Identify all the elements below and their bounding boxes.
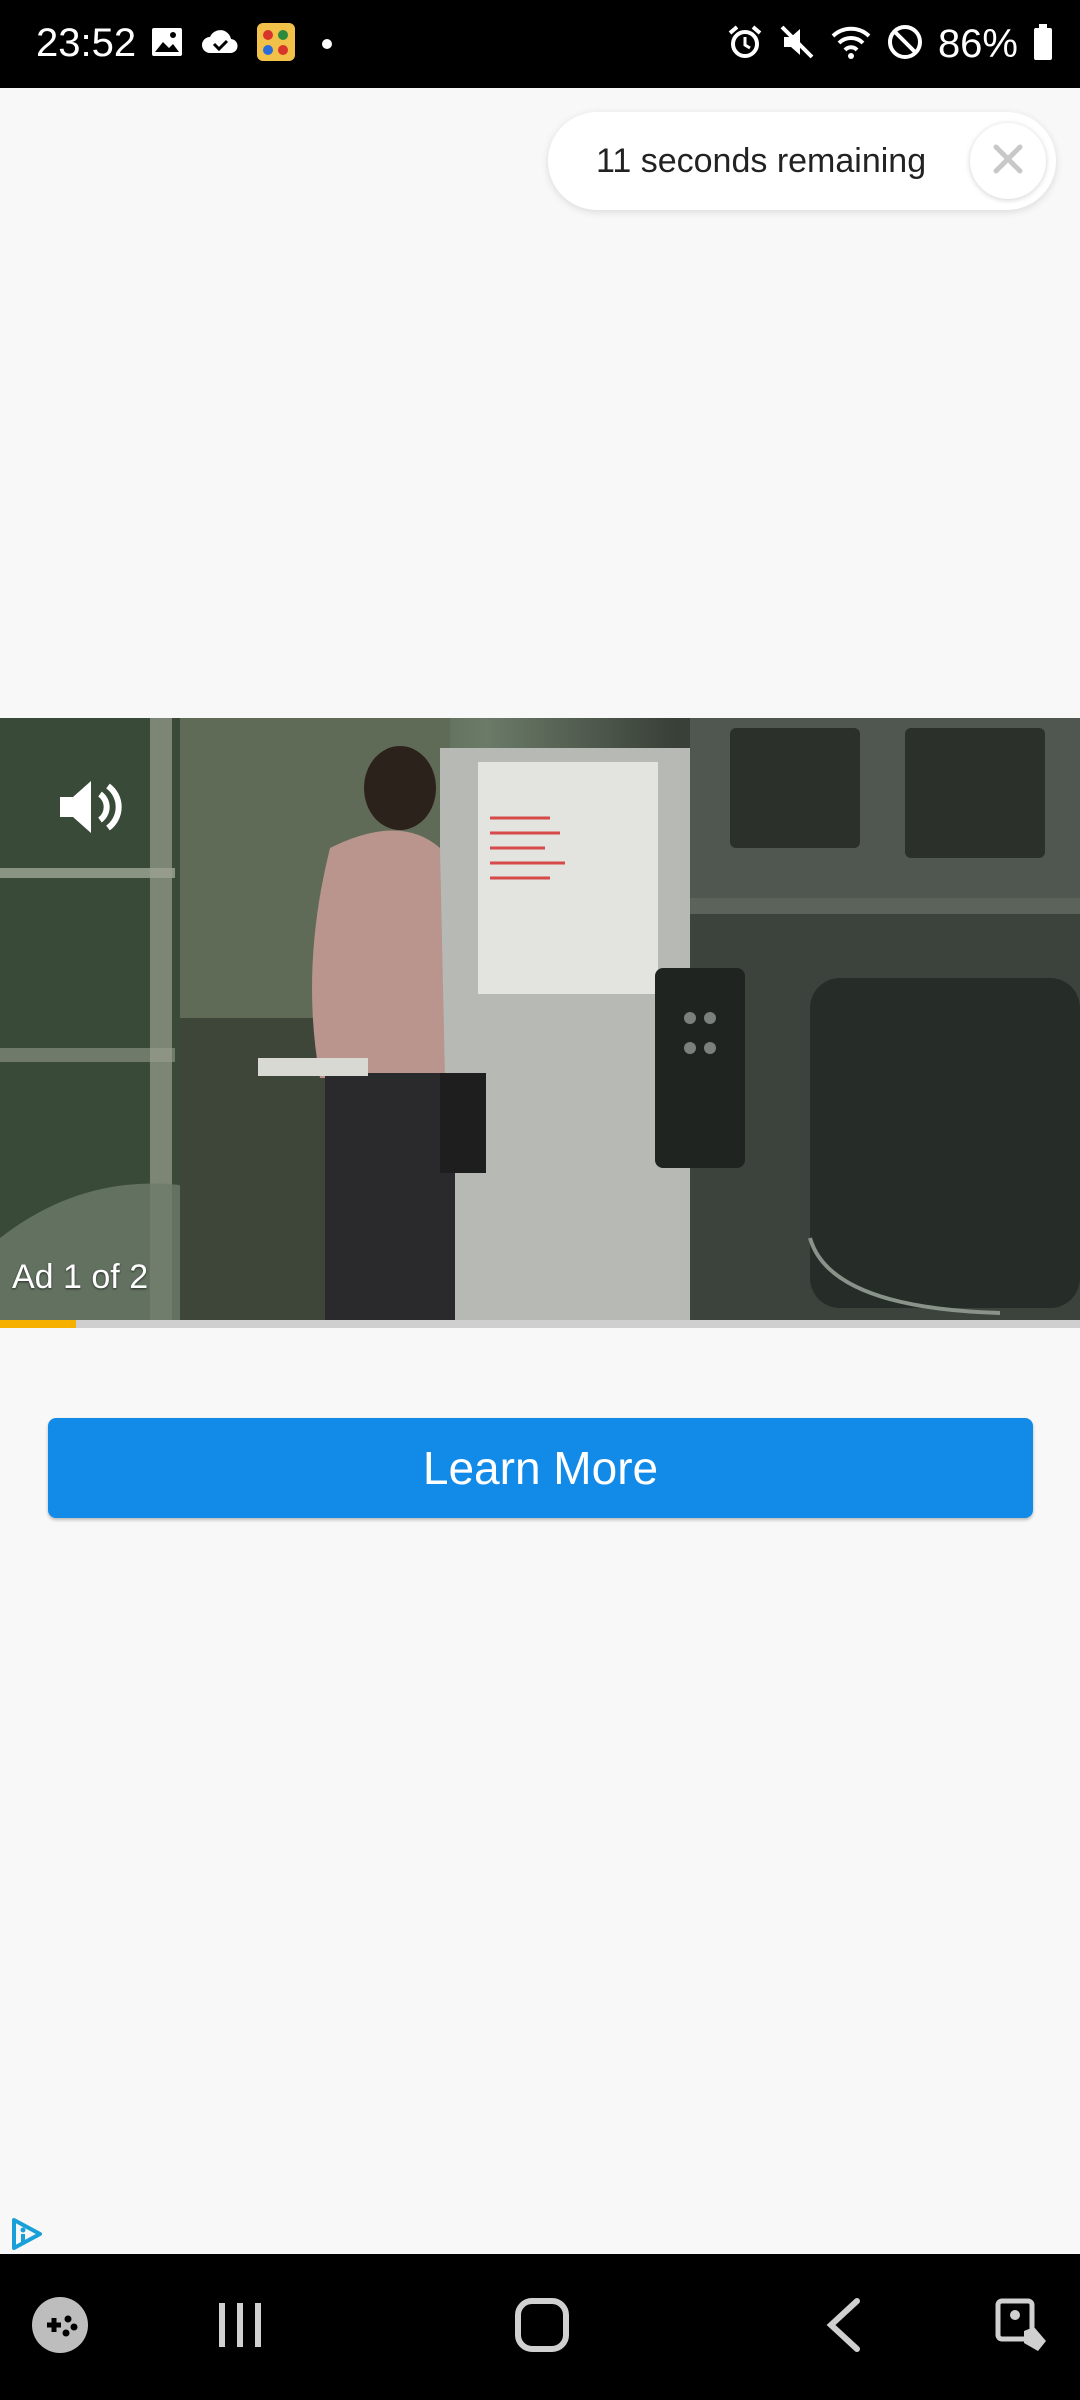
learn-more-button[interactable]: Learn More (48, 1418, 1033, 1518)
recents-button[interactable] (200, 2254, 280, 2400)
video-progress-bar (0, 1320, 1080, 1328)
video-progress-fill (0, 1320, 76, 1328)
ad-counter-label: Ad 1 of 2 (12, 1258, 149, 1296)
countdown-text: 11 seconds remaining (596, 142, 927, 180)
cloud-check-icon (200, 25, 240, 64)
status-time: 23:52 (36, 21, 137, 65)
battery-icon (1032, 23, 1054, 66)
dot-icon (322, 39, 332, 49)
app-icon (256, 22, 296, 67)
battery-percent: 86% (937, 22, 1018, 66)
speaker-icon[interactable] (56, 774, 122, 840)
countdown-pill: 11 seconds remaining (548, 112, 1056, 210)
mute-icon (778, 23, 816, 66)
game-launcher-button[interactable] (20, 2254, 100, 2400)
status-bar: 23:52 86% (0, 0, 1080, 88)
gallery-icon (150, 25, 184, 64)
navigation-bar (0, 2254, 1080, 2400)
status-right-icons: 86% (726, 18, 1054, 70)
recents-icon (213, 2298, 267, 2357)
video-frame (0, 718, 1080, 1320)
accessibility-button[interactable] (980, 2254, 1060, 2400)
back-icon (819, 2295, 869, 2360)
close-icon (988, 139, 1028, 184)
video-player[interactable]: Ad 1 of 2 (0, 718, 1080, 1320)
home-button[interactable] (500, 2254, 584, 2400)
back-button[interactable] (804, 2254, 884, 2400)
wifi-icon (830, 23, 872, 66)
close-button[interactable] (970, 123, 1046, 199)
accessibility-icon (990, 2295, 1050, 2360)
alarm-icon (726, 23, 764, 66)
adchoices-icon[interactable] (8, 2216, 44, 2252)
game-launcher-icon (30, 2295, 90, 2360)
status-left-icons (150, 22, 332, 66)
do-not-disturb-icon (886, 23, 924, 66)
home-icon (512, 2295, 572, 2360)
